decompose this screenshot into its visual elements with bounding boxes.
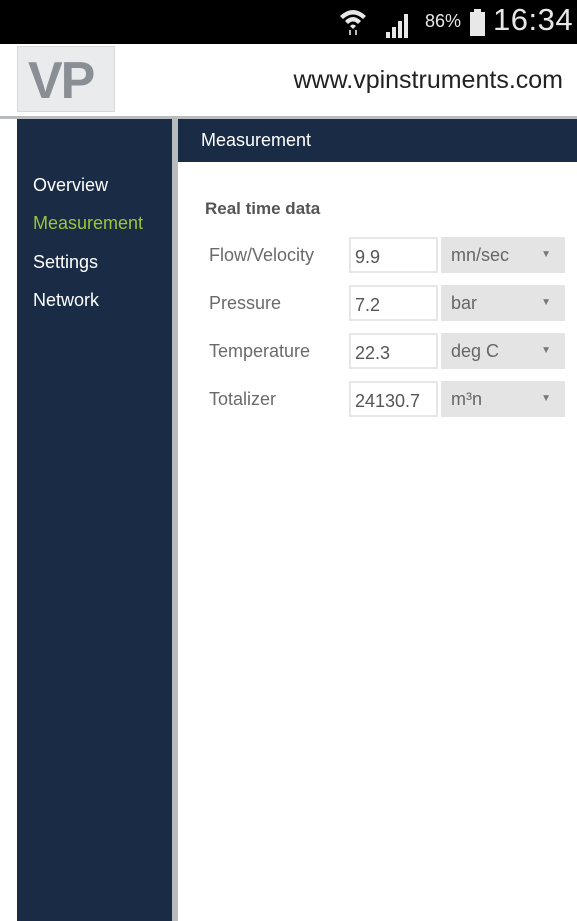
unit-select-value: bar bbox=[451, 293, 478, 313]
dropdown-caret-icon: ▼ bbox=[541, 345, 551, 356]
row-label: Pressure bbox=[209, 293, 282, 313]
row-label: Totalizer bbox=[209, 389, 277, 409]
dropdown-caret-icon: ▼ bbox=[541, 297, 551, 308]
status-bar: 86% 16:34 bbox=[0, 0, 577, 44]
value-field[interactable]: 24130.7 bbox=[349, 381, 438, 417]
sidebar-nav: Overview Measurement Settings Network bbox=[17, 119, 172, 921]
logo-text: VP bbox=[28, 52, 95, 110]
vp-logo[interactable]: VP bbox=[17, 46, 115, 112]
battery-percentage: 86% bbox=[425, 11, 462, 31]
site-url[interactable]: www.vpinstruments.com bbox=[293, 66, 563, 95]
row-label: Flow/Velocity bbox=[209, 245, 315, 265]
row-label: Temperature bbox=[209, 341, 311, 361]
value-field[interactable]: 9.9 bbox=[349, 237, 438, 273]
content-header: Measurement bbox=[178, 119, 577, 162]
battery-icon bbox=[470, 9, 485, 36]
unit-select-value: m³n bbox=[451, 389, 482, 409]
unit-select-value: deg C bbox=[451, 341, 500, 361]
main-content: Measurement Real time data Flow/Velocity… bbox=[178, 119, 577, 921]
wifi-icon bbox=[340, 10, 366, 35]
unit-select[interactable]: bar ▼ bbox=[441, 285, 565, 321]
unit-select[interactable]: deg C ▼ bbox=[441, 333, 565, 369]
sidebar-item-overview[interactable]: Overview bbox=[33, 175, 108, 196]
value-field[interactable]: 22.3 bbox=[349, 333, 438, 369]
data-row-totalizer: Totalizer 24130.7 m³n ▼ bbox=[178, 381, 577, 417]
unit-select-value: mn/sec bbox=[451, 245, 510, 265]
value-field[interactable]: 7.2 bbox=[349, 285, 438, 321]
dropdown-caret-icon: ▼ bbox=[541, 249, 551, 260]
data-row-temperature: Temperature 22.3 deg C ▼ bbox=[178, 333, 577, 369]
data-row-flow-velocity: Flow/Velocity 9.9 mn/sec ▼ bbox=[178, 237, 577, 273]
data-row-pressure: Pressure 7.2 bar ▼ bbox=[178, 285, 577, 321]
sidebar-item-network[interactable]: Network bbox=[33, 290, 99, 311]
status-clock: 16:34 bbox=[493, 2, 574, 37]
site-header: VP www.vpinstruments.com bbox=[0, 44, 577, 119]
unit-select[interactable]: mn/sec ▼ bbox=[441, 237, 565, 273]
sidebar-item-measurement[interactable]: Measurement bbox=[33, 213, 143, 234]
section-title: Real time data bbox=[205, 199, 321, 218]
unit-select[interactable]: m³n ▼ bbox=[441, 381, 565, 417]
sidebar-item-settings[interactable]: Settings bbox=[33, 252, 98, 273]
page-title: Measurement bbox=[201, 130, 312, 150]
dropdown-caret-icon: ▼ bbox=[541, 393, 551, 404]
signal-icon bbox=[386, 14, 408, 38]
